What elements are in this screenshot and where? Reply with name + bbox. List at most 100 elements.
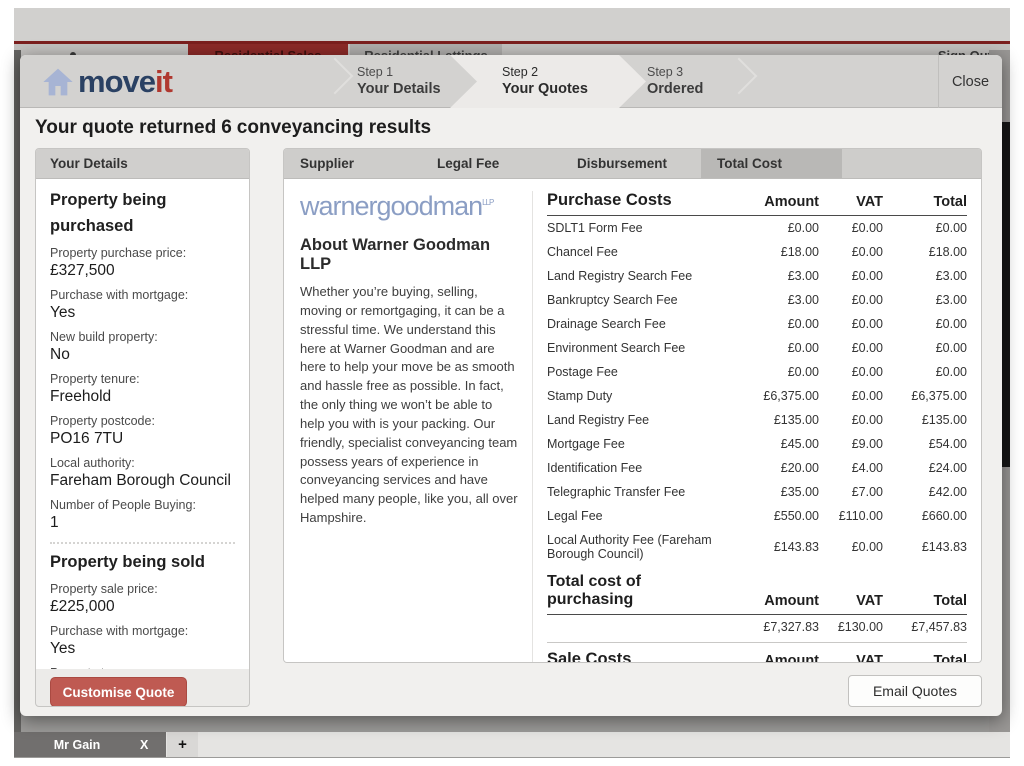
step-1-label: Your Details: [357, 80, 441, 99]
fee-total: £3.00: [883, 293, 967, 307]
tab-supplier[interactable]: Supplier: [284, 149, 421, 178]
detail-item: New build property: No: [50, 329, 235, 365]
fee-total: £135.00: [883, 413, 967, 427]
cost-row: Legal Fee £550.00 £110.00 £660.00: [547, 504, 967, 528]
step-3[interactable]: Step 3 Ordered: [647, 64, 703, 99]
fee-vat: £7.00: [819, 485, 883, 499]
column-vat: VAT: [819, 593, 883, 609]
logo-text-move: move: [78, 64, 155, 100]
costs-column: Purchase Costs Amount VAT Total SDLT1 Fo…: [532, 191, 967, 663]
moveit-logo: moveit: [42, 64, 172, 100]
fee-amount: £6,375.00: [727, 389, 819, 403]
bottom-tab-bar: Mr Gain X +: [14, 732, 1010, 757]
total-vat: £130.00: [819, 620, 883, 634]
detail-item: Purchase with mortgage: Yes: [50, 287, 235, 323]
detail-item: Local authority: Fareham Borough Council: [50, 455, 235, 491]
fee-total: £0.00: [883, 341, 967, 355]
fee-label: Drainage Search Fee: [547, 317, 727, 331]
quote-result-panel: Supplier Legal Fee Disbursement Total Co…: [283, 148, 982, 663]
section-title-sold: Property being sold: [50, 549, 235, 575]
fee-amount: £3.00: [727, 269, 819, 283]
session-tab-close-icon[interactable]: X: [140, 738, 166, 752]
column-total: Total: [883, 653, 967, 663]
column-vat: VAT: [819, 653, 883, 663]
fee-vat: £0.00: [819, 293, 883, 307]
step-1[interactable]: Step 1 Your Details: [357, 64, 441, 99]
chevron-separator-icon: [317, 58, 354, 95]
cost-row: Mortgage Fee £45.00 £9.00 £54.00: [547, 432, 967, 456]
fee-vat: £0.00: [819, 413, 883, 427]
fee-label: Legal Fee: [547, 509, 727, 523]
sale-costs-title: Sale Costs: [547, 650, 727, 663]
fee-label: Postage Fee: [547, 365, 727, 379]
fee-total: £54.00: [883, 437, 967, 451]
result-count: 6: [221, 117, 232, 138]
details-footer: Customise Quote: [36, 669, 249, 707]
chevron-separator-icon: [721, 58, 758, 95]
detail-label: New build property:: [50, 329, 235, 345]
detail-item: Property postcode: PO16 7TU: [50, 413, 235, 449]
dashed-divider: [50, 542, 235, 544]
cost-row: Land Registry Fee £135.00 £0.00 £135.00: [547, 408, 967, 432]
total-purchasing-header: Total cost of purchasing Amount VAT Tota…: [547, 573, 967, 615]
session-tab-mr-gain[interactable]: Mr Gain X: [14, 732, 166, 757]
cost-row: Local Authority Fee (Fareham Borough Cou…: [547, 528, 967, 566]
your-details-panel: Your Details Property being purchased Pr…: [35, 148, 250, 707]
cost-row: Postage Fee £0.00 £0.00 £0.00: [547, 360, 967, 384]
fee-total: £42.00: [883, 485, 967, 499]
detail-label: Purchase with mortgage:: [50, 287, 235, 303]
customise-quote-button[interactable]: Customise Quote: [50, 677, 187, 707]
new-tab-button[interactable]: +: [167, 732, 198, 757]
purchased-items: Property purchase price: £327,500 Purcha…: [50, 245, 235, 533]
cost-row: Drainage Search Fee £0.00 £0.00 £0.00: [547, 312, 967, 336]
fee-total: £0.00: [883, 221, 967, 235]
detail-label: Number of People Buying:: [50, 497, 235, 513]
column-amount: Amount: [727, 593, 819, 609]
detail-value: Yes: [50, 303, 235, 323]
fee-amount: £135.00: [727, 413, 819, 427]
fee-total: £660.00: [883, 509, 967, 523]
close-button[interactable]: Close: [938, 55, 1002, 108]
fee-label: Land Registry Fee: [547, 413, 727, 427]
step-3-label: Ordered: [647, 80, 703, 99]
fee-vat: £0.00: [819, 221, 883, 235]
detail-label: Property tenure:: [50, 371, 235, 387]
fee-vat: £0.00: [819, 317, 883, 331]
fee-vat: £0.00: [819, 269, 883, 283]
tab-total-cost[interactable]: Total Cost: [701, 149, 842, 178]
fee-amount: £0.00: [727, 341, 819, 355]
detail-value: Freehold: [50, 387, 235, 407]
fee-label: Environment Search Fee: [547, 341, 727, 355]
warner-goodman-logo: warnergoodmanLLP: [300, 191, 518, 222]
section-title-purchased: Property being purchased: [50, 187, 235, 239]
screenshot-root: Residential Sales Residential Lettings S…: [0, 0, 1024, 766]
fee-label: Mortgage Fee: [547, 437, 727, 451]
cost-row: Bankruptcy Search Fee £3.00 £0.00 £3.00: [547, 288, 967, 312]
tab-disbursement[interactable]: Disbursement: [561, 149, 701, 178]
detail-item: Property purchase price: £327,500: [50, 245, 235, 281]
step-3-number: Step 3: [647, 64, 703, 80]
fee-vat: £9.00: [819, 437, 883, 451]
fee-amount: £143.83: [727, 540, 819, 554]
fee-vat: £0.00: [819, 389, 883, 403]
detail-label: Local authority:: [50, 455, 235, 471]
cost-row: Environment Search Fee £0.00 £0.00 £0.00: [547, 336, 967, 360]
fee-vat: £0.00: [819, 245, 883, 259]
tab-legal-fee[interactable]: Legal Fee: [421, 149, 561, 178]
fee-label: SDLT1 Form Fee: [547, 221, 727, 235]
step-2-active[interactable]: Step 2 Your Quotes: [450, 55, 646, 108]
fee-total: £24.00: [883, 461, 967, 475]
detail-item: Property sale price: £225,000: [50, 581, 235, 617]
detail-item: Number of People Buying: 1: [50, 497, 235, 533]
detail-value: 1: [50, 513, 235, 533]
cost-row: SDLT1 Form Fee £0.00 £0.00 £0.00: [547, 216, 967, 240]
your-details-header: Your Details: [36, 149, 249, 179]
email-quotes-button[interactable]: Email Quotes: [848, 675, 982, 707]
fee-amount: £3.00: [727, 293, 819, 307]
cost-row: Land Registry Search Fee £3.00 £0.00 £3.…: [547, 264, 967, 288]
total-purchasing-row: £7,327.83 £130.00 £7,457.83: [547, 615, 967, 643]
logo-text-it: it: [155, 64, 172, 100]
moveit-house-icon: [42, 66, 74, 98]
fee-amount: £0.00: [727, 221, 819, 235]
cost-row: Chancel Fee £18.00 £0.00 £18.00: [547, 240, 967, 264]
